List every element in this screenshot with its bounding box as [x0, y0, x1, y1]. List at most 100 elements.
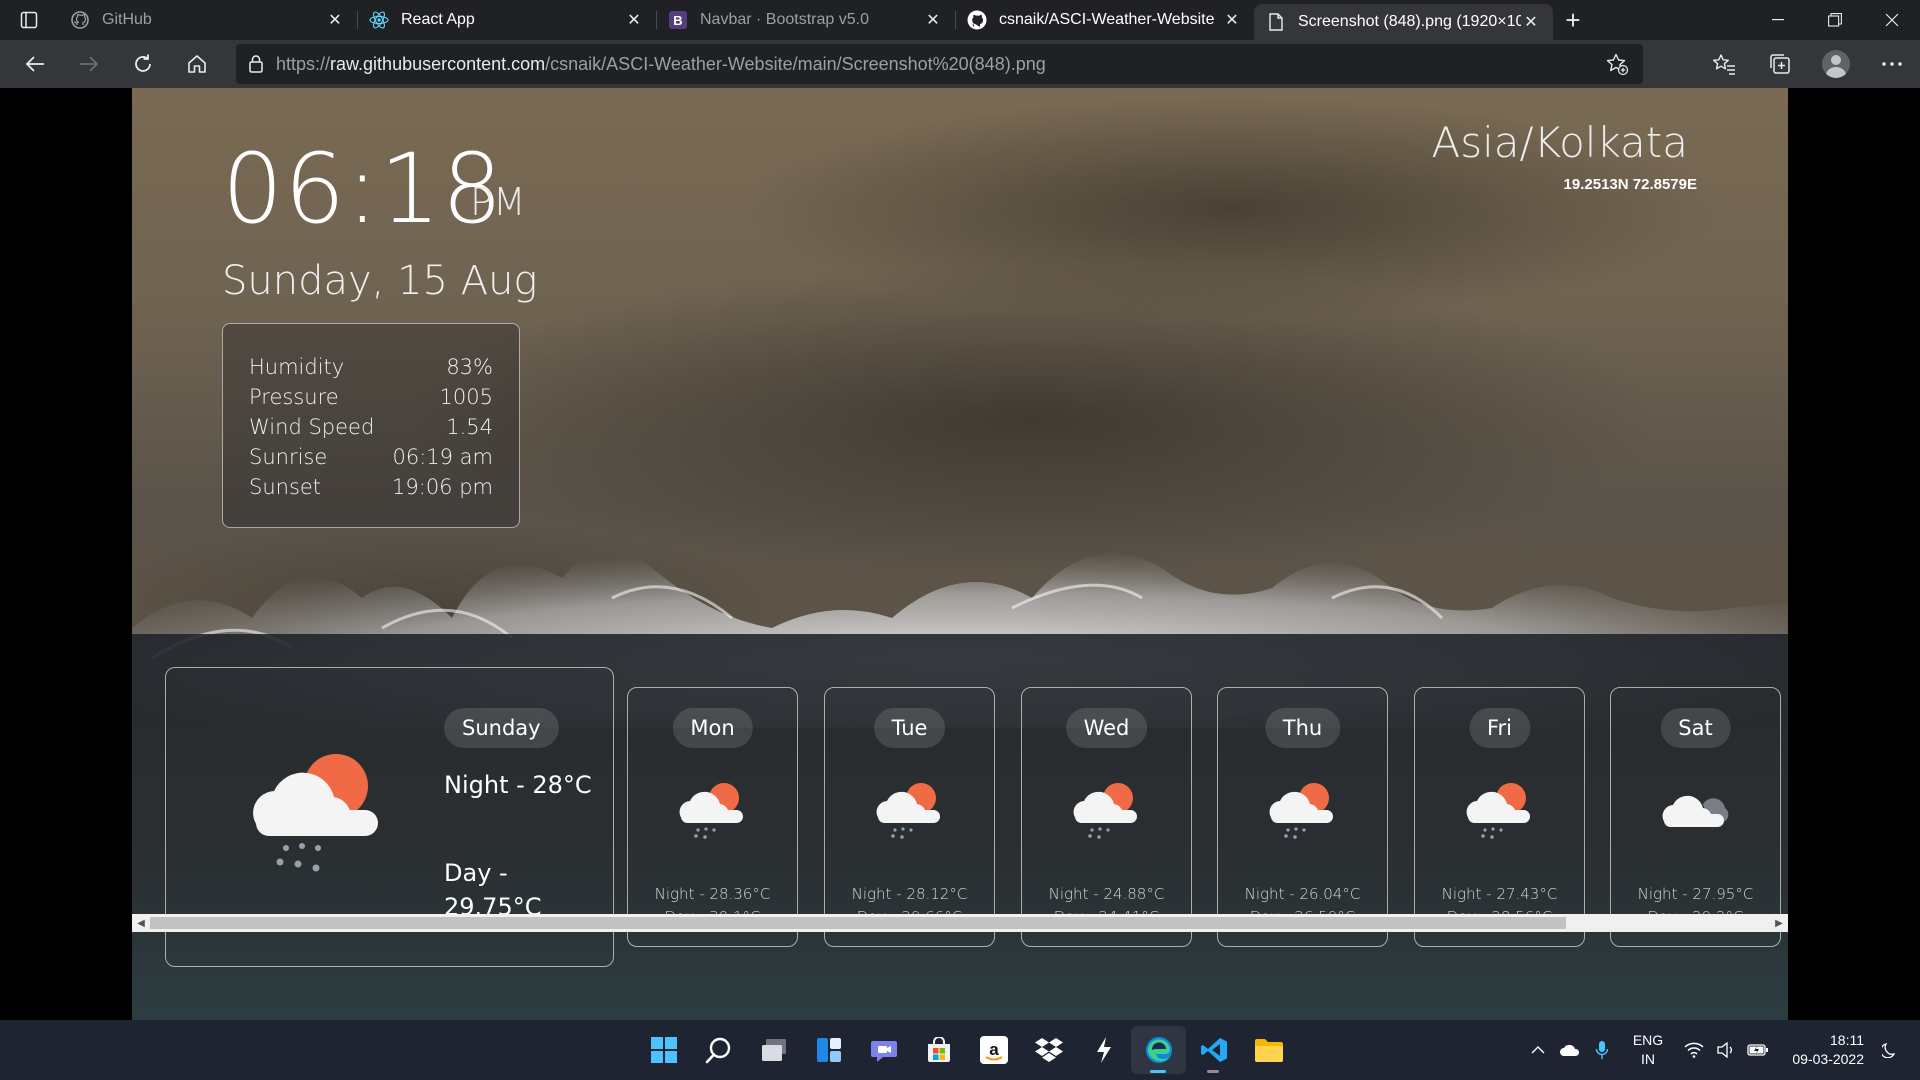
- tab-close-icon[interactable]: ✕: [325, 10, 345, 30]
- battery-button[interactable]: [1742, 1020, 1774, 1080]
- store-button[interactable]: [911, 1026, 966, 1074]
- forecast-day-label: Mon: [672, 708, 753, 748]
- lightning-icon: [1096, 1037, 1111, 1063]
- tab-close-icon[interactable]: ✕: [1222, 10, 1242, 30]
- close-window-button[interactable]: [1863, 0, 1920, 40]
- restore-button[interactable]: [1806, 0, 1863, 40]
- tab-screenshot-active[interactable]: Screenshot (848).png (1920×1080) ✕: [1254, 4, 1553, 40]
- tab-close-icon[interactable]: ✕: [1521, 12, 1541, 32]
- bolt-app-button[interactable]: [1076, 1026, 1131, 1074]
- scroll-right-arrow-icon[interactable]: ▶: [1770, 914, 1788, 932]
- search-button[interactable]: [691, 1026, 746, 1074]
- tab-actions-icon: [20, 11, 38, 29]
- clock-date: 09-03-2022: [1792, 1051, 1864, 1067]
- page-icon: [1266, 12, 1286, 32]
- url-path: /csnaik/ASCI-Weather-Website/main/Screen…: [545, 53, 1046, 74]
- forecast-day-label: Thu: [1264, 708, 1341, 748]
- taskbar: a ENG IN 18:11 09-03-2022: [0, 1020, 1920, 1080]
- rain-cloud-sun-icon: [876, 783, 940, 839]
- task-view-button[interactable]: [746, 1026, 801, 1074]
- humidity-value: 83%: [446, 355, 493, 379]
- new-tab-button[interactable]: +: [1553, 0, 1593, 40]
- forecast-card-thu: Thu Night - 26.04°CDay - 26.59°C: [1217, 687, 1388, 947]
- github-icon: [967, 10, 987, 30]
- cloud-icon: [1662, 795, 1729, 827]
- github-icon: [70, 10, 90, 30]
- file-explorer-button[interactable]: [1241, 1026, 1296, 1074]
- favorites-button[interactable]: [1696, 40, 1752, 88]
- humidity-label: Humidity: [249, 355, 345, 379]
- dropbox-button[interactable]: [1021, 1026, 1076, 1074]
- timezone-label: Asia/Kolkata: [1431, 118, 1688, 167]
- profile-button[interactable]: [1808, 40, 1864, 88]
- widgets-icon: [816, 1038, 841, 1062]
- url-text: https://raw.githubusercontent.com/csnaik…: [276, 54, 1046, 75]
- region-code: IN: [1641, 1051, 1655, 1067]
- scroll-left-arrow-icon[interactable]: ◀: [132, 914, 150, 932]
- rain-cloud-sun-icon: [1073, 783, 1137, 839]
- coordinates-label: 19.2513N 72.8579E: [1563, 176, 1697, 193]
- home-button[interactable]: [170, 40, 224, 88]
- tab-github[interactable]: GitHub ✕: [58, 0, 357, 40]
- tab-title: GitHub: [102, 11, 152, 28]
- forecast-day-label: Fri: [1468, 708, 1531, 748]
- settings-menu-button[interactable]: [1864, 40, 1920, 88]
- start-button[interactable]: [636, 1026, 691, 1074]
- close-icon: [1885, 13, 1898, 27]
- night-temp: Night - 28.36°C: [654, 885, 771, 903]
- tab-close-icon[interactable]: ✕: [624, 10, 644, 30]
- system-clock[interactable]: 18:11 09-03-2022: [1774, 1031, 1864, 1069]
- page-viewport: 06:18 PM Sunday, 15 Aug Asia/Kolkata 19.…: [0, 88, 1920, 1020]
- forecast-card-mon: Mon Night - 28.36°CDay - 30.1°C: [627, 687, 798, 947]
- humidity-row: Humidity 83%: [249, 352, 493, 382]
- forward-button[interactable]: [62, 40, 116, 88]
- sunset-value: 19:06 pm: [392, 475, 493, 499]
- microphone-button[interactable]: [1586, 1020, 1618, 1080]
- url-input[interactable]: https://raw.githubusercontent.com/csnaik…: [236, 44, 1643, 84]
- tab-bootstrap[interactable]: B Navbar · Bootstrap v5.0 ✕: [656, 0, 955, 40]
- folder-icon: [1254, 1039, 1283, 1062]
- horizontal-scrollbar[interactable]: ◀ ▶: [132, 914, 1788, 932]
- wind-speed-value: 1.54: [446, 415, 493, 439]
- tab-github-repo[interactable]: csnaik/ASCI-Weather-Website ✕: [955, 0, 1254, 40]
- forecast-day-label: Tue: [873, 708, 946, 748]
- today-night-temp: Night - 28°C: [444, 771, 592, 799]
- back-button[interactable]: [8, 40, 62, 88]
- weather-details-panel: Humidity 83% Pressure 1005 Wind Speed 1.54 …: [222, 323, 520, 528]
- wifi-button[interactable]: [1678, 1020, 1710, 1080]
- rain-cloud-sun-icon: [253, 754, 378, 872]
- url-prefix: https://: [276, 53, 331, 74]
- battery-charging-icon: [1747, 1044, 1768, 1056]
- rain-cloud-sun-icon: [1466, 783, 1530, 839]
- scrollbar-thumb[interactable]: [150, 917, 1566, 929]
- collections-button[interactable]: [1752, 40, 1808, 88]
- onedrive-button[interactable]: [1554, 1020, 1586, 1080]
- show-hidden-icons-button[interactable]: [1522, 1020, 1554, 1080]
- sunset-label: Sunset: [249, 475, 322, 499]
- amazon-button[interactable]: a: [966, 1026, 1021, 1074]
- focus-assist-button[interactable]: [1874, 1020, 1906, 1080]
- teams-chat-button[interactable]: [856, 1026, 911, 1074]
- widgets-button[interactable]: [801, 1026, 856, 1074]
- reload-icon: [135, 54, 151, 72]
- night-temp: Night - 24.88°C: [1048, 885, 1165, 903]
- tab-close-icon[interactable]: ✕: [923, 10, 943, 30]
- language-code: ENG: [1632, 1032, 1664, 1048]
- toolbar-right: [1696, 40, 1920, 88]
- reload-button[interactable]: [116, 40, 170, 88]
- minimize-button[interactable]: [1749, 0, 1806, 40]
- tab-actions-button[interactable]: [0, 0, 58, 40]
- volume-button[interactable]: [1710, 1020, 1742, 1080]
- amazon-icon: a: [979, 1036, 1008, 1064]
- home-icon: [188, 55, 206, 73]
- vscode-button[interactable]: [1186, 1026, 1241, 1074]
- cloud-icon: [1560, 1044, 1580, 1056]
- forecast-section: Sunday Night - 28°C Day - 29.75°C Mon Ni…: [132, 634, 1788, 1020]
- add-favorite-icon[interactable]: [1605, 52, 1629, 81]
- svg-text:B: B: [673, 13, 682, 28]
- tab-title: React App: [401, 11, 475, 28]
- language-indicator[interactable]: ENG IN: [1618, 1031, 1678, 1069]
- tab-react-app[interactable]: React App ✕: [357, 0, 656, 40]
- favorites-icon: [1713, 54, 1735, 75]
- edge-button[interactable]: [1131, 1026, 1186, 1074]
